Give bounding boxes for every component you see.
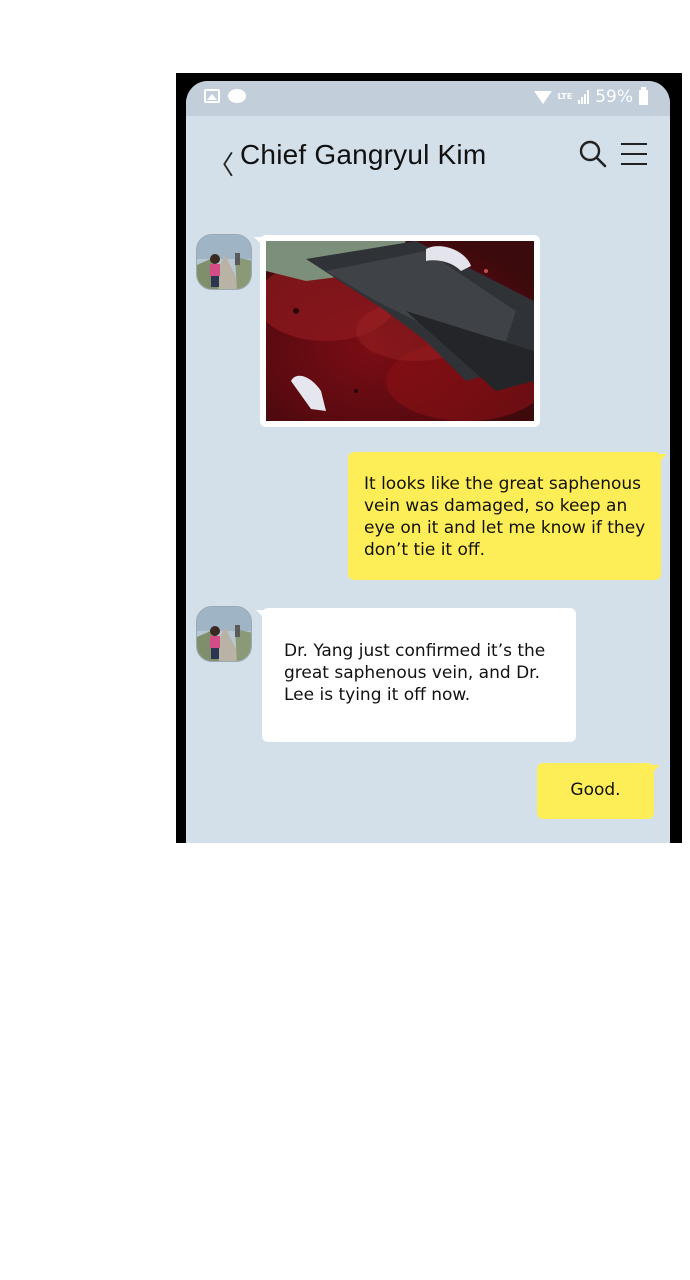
wifi-icon [533, 90, 552, 104]
gallery-icon [204, 89, 220, 103]
chat-title: Chief Gangryul Kim [240, 139, 487, 170]
injured-leg-photo[interactable] [266, 241, 534, 421]
message-icon [228, 89, 246, 103]
my-message-bubble[interactable]: It looks like the great saphenous vein w… [348, 452, 667, 580]
message-image-bubble[interactable] [254, 235, 540, 427]
my-message-bubble[interactable]: Good. [537, 763, 660, 819]
phone-frame: LTE 59% 〈 Chief Gangryul Kim It looks li… [176, 73, 682, 843]
chat-header: 〈 Chief Gangryul Kim [186, 125, 670, 185]
avatar[interactable] [196, 234, 252, 290]
status-bar: LTE 59% [186, 81, 670, 116]
message-text: It looks like the great saphenous vein w… [364, 474, 646, 560]
chat-screen: LTE 59% 〈 Chief Gangryul Kim It looks li… [186, 81, 670, 843]
other-message-bubble[interactable]: Dr. Yang just confirmed it’s the great s… [256, 608, 576, 742]
back-icon[interactable]: 〈 [208, 145, 234, 182]
search-icon[interactable] [578, 139, 608, 169]
page: LTE 59% 〈 Chief Gangryul Kim It looks li… [0, 0, 690, 1280]
battery-percent: 59% [595, 87, 633, 107]
message-text: Dr. Yang just confirmed it’s the great s… [284, 641, 546, 705]
lte-label: LTE [557, 92, 573, 101]
menu-icon[interactable] [621, 143, 647, 165]
avatar[interactable] [196, 606, 252, 662]
battery-icon [639, 86, 648, 105]
signal-icon [578, 90, 590, 104]
message-text: Good. [570, 780, 621, 800]
